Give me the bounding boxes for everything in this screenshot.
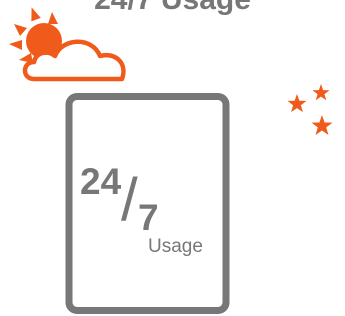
- device-caption: Usage: [148, 236, 203, 257]
- star-icon: [311, 115, 333, 135]
- usage-illustration: 24/7 Usage 2: [0, 0, 345, 316]
- illustration-canvas: 24 / 7 Usage: [9, 7, 333, 314]
- tablet-icon: 24 / 7 Usage: [65, 93, 230, 314]
- star-icon: [312, 84, 330, 101]
- device-slash: /: [121, 166, 138, 233]
- device-denominator: 7: [138, 197, 159, 238]
- device-numerator: 24: [80, 161, 122, 202]
- sun-cloud-icon: [9, 7, 126, 82]
- moon-stars-icon: [264, 84, 333, 155]
- star-icon: [287, 94, 307, 113]
